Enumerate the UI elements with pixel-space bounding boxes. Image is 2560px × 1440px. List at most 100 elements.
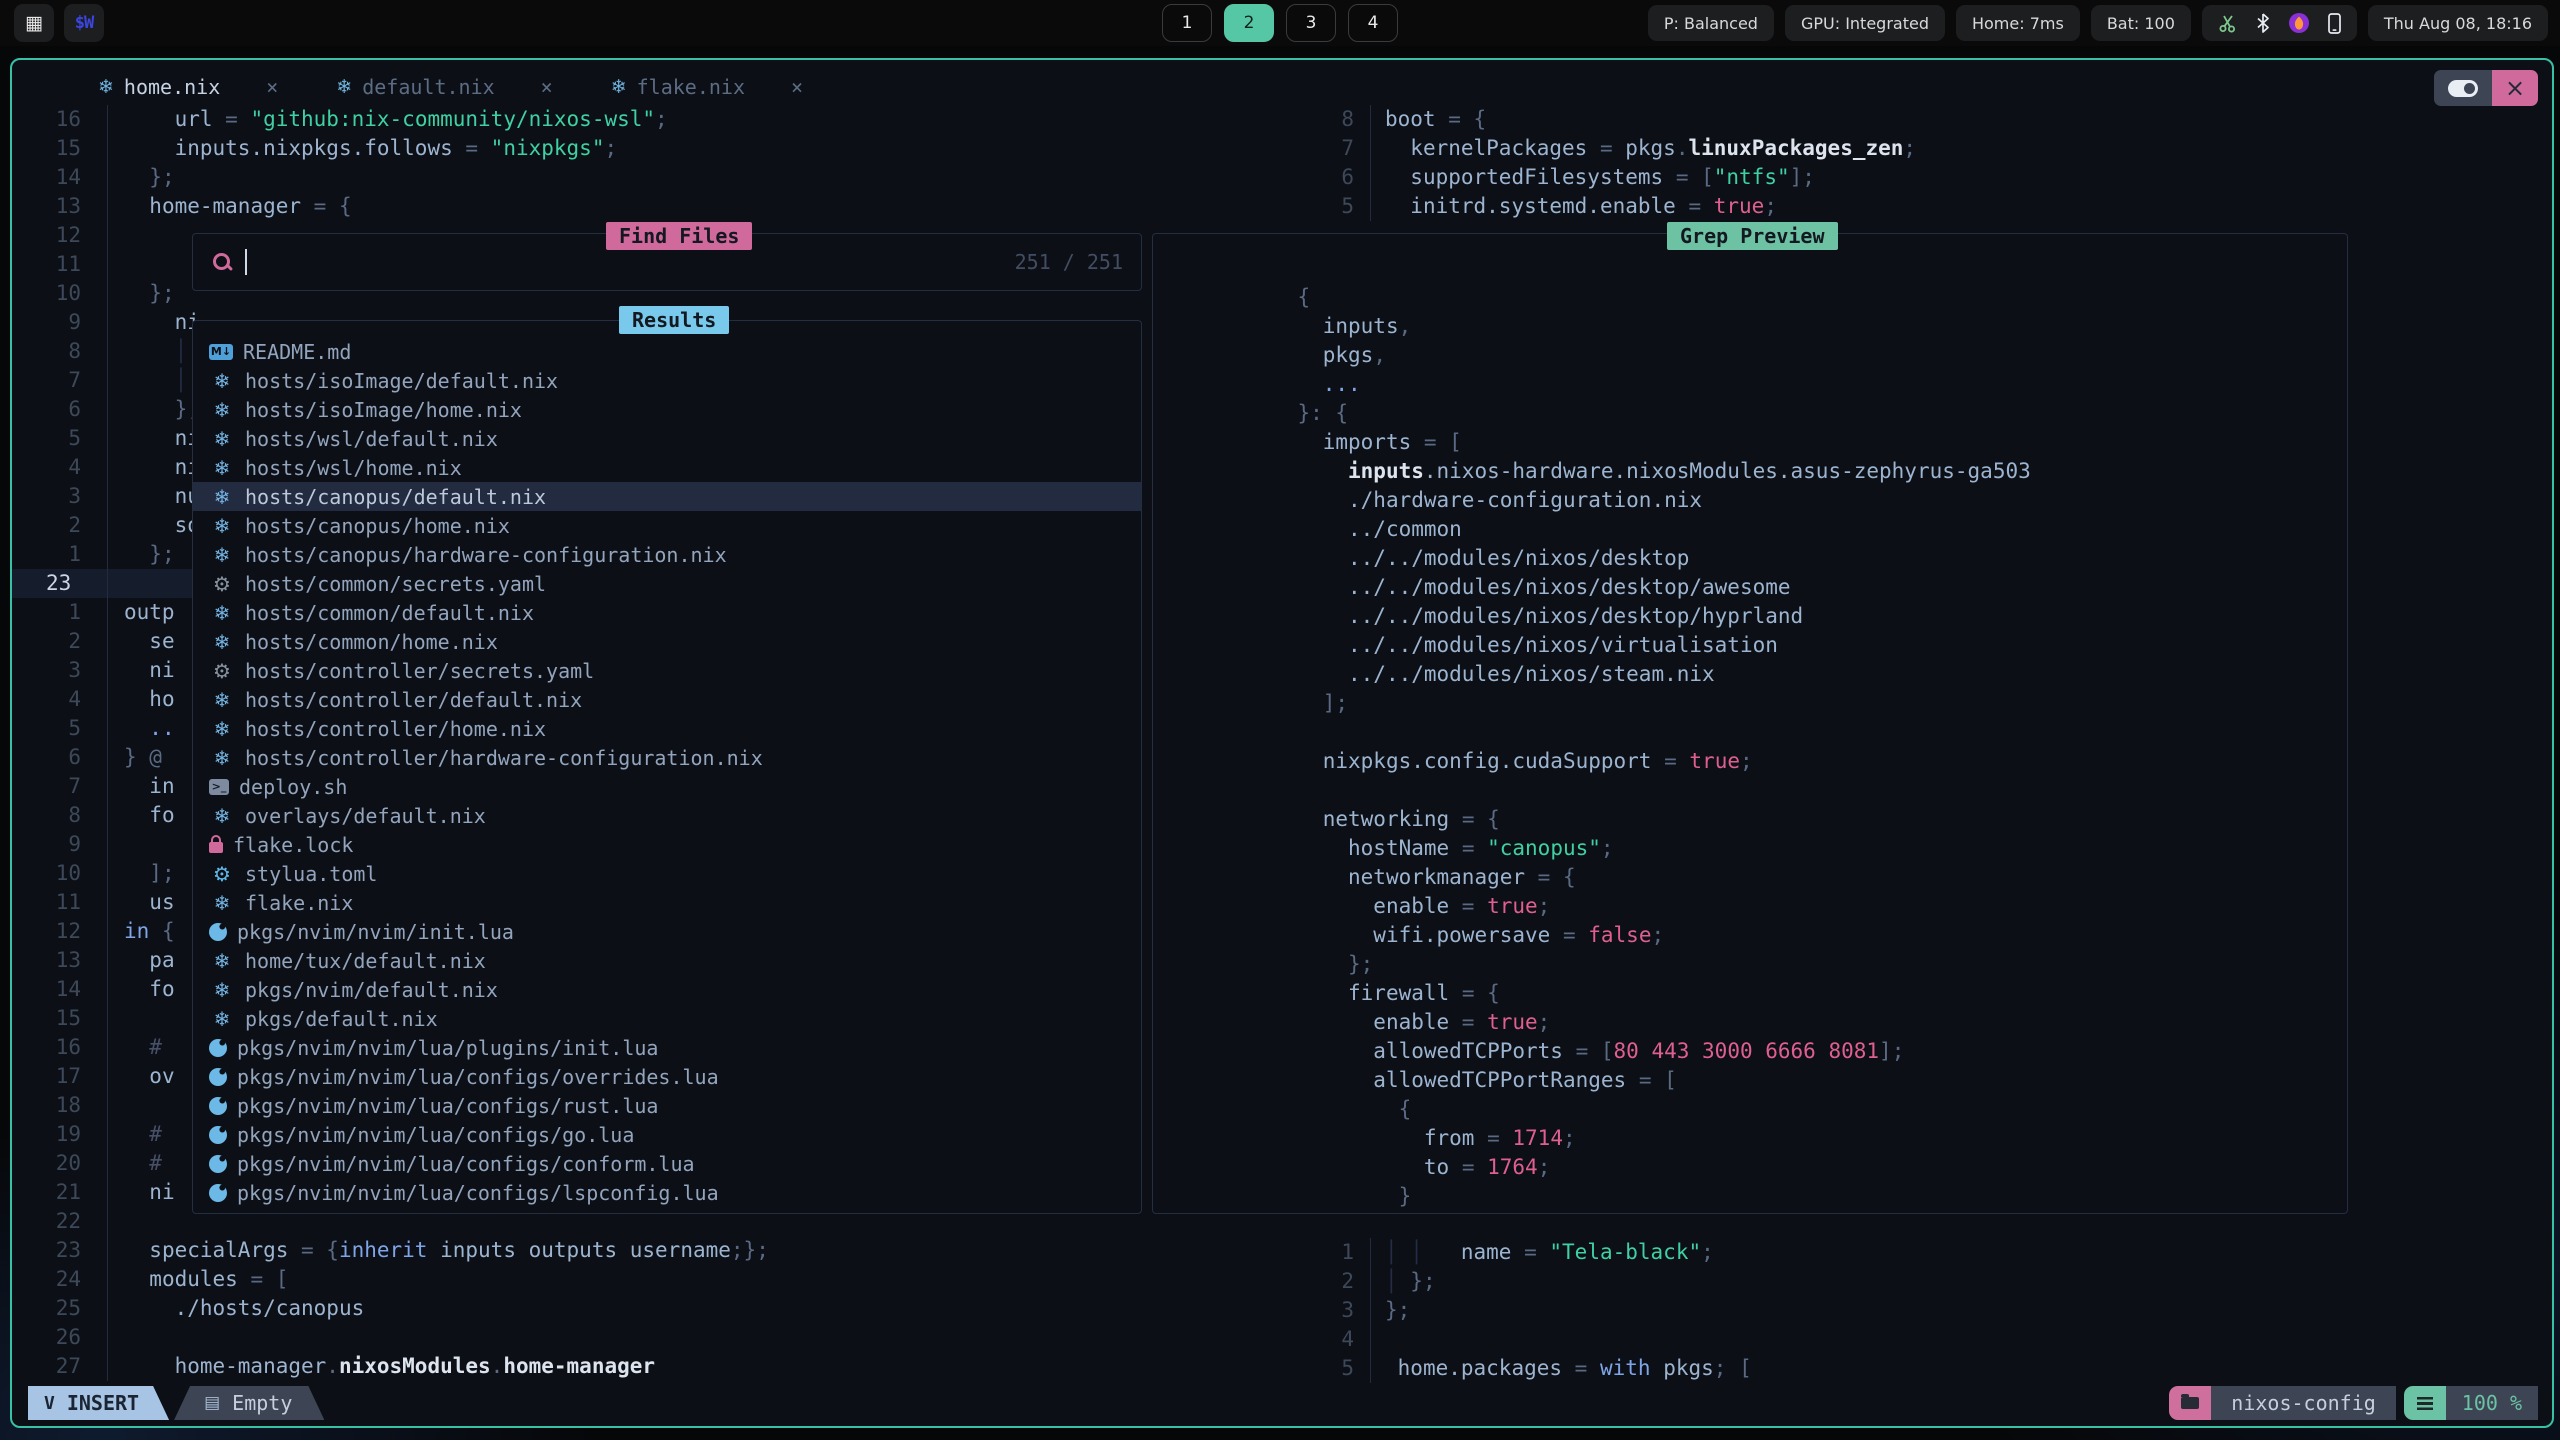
code-text: specialArgs = {inherit inputs outputs us… [107,1236,1142,1265]
code-line[interactable]: 27 home-manager.nixosModules.home-manage… [12,1352,1142,1381]
lines-icon [2417,1397,2433,1410]
code-line[interactable]: 24 modules = [ [12,1265,1142,1294]
code-line[interactable]: 16 url = "github:nix-community/nixos-wsl… [12,105,1142,134]
topbar-left: ▦ $W [14,4,104,42]
result-row[interactable]: pkgs/default.nix [193,1004,1141,1033]
preview-code-line: inputs, [1171,283,2347,312]
line-number: 5 [12,714,107,743]
result-row[interactable]: pkgs/nvim/nvim/lua/plugins/init.lua [193,1033,1141,1062]
result-row[interactable]: hosts/controller/secrets.yaml [193,656,1141,685]
file-name: home/tux/default.nix [245,949,486,973]
code-line[interactable]: 15 inputs.nixpkgs.follows = "nixpkgs"; [12,134,1142,163]
code-text: nixpkgs.config.cudaSupport = true; [1297,749,1752,773]
code-line[interactable]: 7 kernelPackages = pkgs.linuxPackages_ze… [1312,134,2542,163]
phone-icon[interactable] [2328,13,2341,34]
result-row[interactable]: deploy.sh [193,772,1141,801]
result-row[interactable]: pkgs/nvim/nvim/lua/configs/overrides.lua [193,1062,1141,1091]
line-number: 13 [12,192,107,221]
line-number: 6 [12,743,107,772]
result-row[interactable]: hosts/canopus/hardware-configuration.nix [193,540,1141,569]
result-row[interactable]: pkgs/nvim/nvim/lua/configs/go.lua [193,1120,1141,1149]
notification-icon[interactable] [2288,12,2310,34]
tab-close-icon[interactable]: × [791,75,803,99]
code-text: enable = true; [1297,1010,1550,1034]
result-row[interactable]: hosts/isoImage/home.nix [193,395,1141,424]
window-close-button[interactable]: × [2492,70,2538,106]
right-editor-pane-bottom[interactable]: 1 │ │ name = "Tela-black"; 2 │ }; 3 }; 4 [1312,1238,2542,1383]
code-text: ../../modules/nixos/desktop/awesome [1297,575,1790,599]
result-row[interactable]: flake.nix [193,888,1141,917]
result-row[interactable]: pkgs/nvim/nvim/lua/configs/rust.lua [193,1091,1141,1120]
file-name: deploy.sh [239,775,347,799]
code-line[interactable]: 5 initrd.systemd.enable = true; [1312,192,2542,221]
code-line[interactable]: 1 │ │ name = "Tela-black"; [1312,1238,2542,1267]
workspace-button[interactable]: 4 [1348,4,1398,42]
code-line[interactable]: 4 [1312,1325,2542,1354]
code-line[interactable]: 6 supportedFilesystems = ["ntfs"]; [1312,163,2542,192]
result-counter: 251 / 251 [1015,250,1141,274]
result-row[interactable]: hosts/controller/home.nix [193,714,1141,743]
result-row[interactable]: pkgs/nvim/nvim/init.lua [193,917,1141,946]
result-row[interactable]: hosts/canopus/home.nix [193,511,1141,540]
network-icon[interactable] [2218,13,2238,33]
workspace-button[interactable]: 1 [1162,4,1212,42]
code-line[interactable]: 5 home.packages = with pkgs; [ [1312,1354,2542,1383]
lua-icon [209,1184,227,1202]
line-number: 1 [12,598,107,627]
result-row[interactable]: README.md [193,337,1141,366]
tab-close-icon[interactable]: × [266,75,278,99]
window-controls: × [2434,70,2538,106]
result-row[interactable]: hosts/controller/default.nix [193,685,1141,714]
result-row[interactable]: hosts/common/home.nix [193,627,1141,656]
result-row[interactable]: stylua.toml [193,859,1141,888]
result-row[interactable]: hosts/wsl/default.nix [193,424,1141,453]
result-row[interactable]: hosts/common/secrets.yaml [193,569,1141,598]
lua-icon [209,1039,227,1057]
code-line[interactable]: 8 boot = { [1312,105,2542,134]
result-row[interactable]: flake.lock [193,830,1141,859]
code-line[interactable]: 23 specialArgs = {inherit inputs outputs… [12,1236,1142,1265]
nix-icon [209,891,235,915]
launcher-button[interactable]: ▦ [14,4,54,42]
line-number: 3 [12,482,107,511]
line-number: 8 [1312,105,1370,134]
result-row[interactable]: pkgs/nvim/default.nix [193,975,1141,1004]
file-name: hosts/controller/secrets.yaml [245,659,594,683]
code-line[interactable]: 2 │ }; [1312,1267,2542,1296]
result-row[interactable]: pkgs/nvim/nvim/lua/configs/lspconfig.lua [193,1178,1141,1207]
yaml-icon [209,659,235,683]
editor-tab[interactable]: ❄ home.nix × [84,71,292,103]
result-row[interactable]: hosts/wsl/home.nix [193,453,1141,482]
code-line[interactable]: 3 }; [1312,1296,2542,1325]
toggle-button[interactable] [2434,70,2492,106]
clock: Thu Aug 08, 18:16 [2368,5,2548,41]
result-row[interactable]: hosts/canopus/default.nix [193,482,1141,511]
code-text: firewall = { [1297,981,1499,1005]
workspace-button[interactable]: 3 [1286,4,1336,42]
result-row[interactable]: hosts/common/default.nix [193,598,1141,627]
line-number: 20 [12,1149,107,1178]
bluetooth-icon[interactable] [2256,13,2270,33]
result-row[interactable]: home/tux/default.nix [193,946,1141,975]
editor-tab[interactable]: ❄ default.nix × [322,71,566,103]
result-row[interactable]: hosts/controller/hardware-configuration.… [193,743,1141,772]
code-line[interactable]: 13 home-manager = { [12,192,1142,221]
code-line[interactable]: 14 }; [12,163,1142,192]
file-name: pkgs/nvim/nvim/lua/configs/conform.lua [237,1152,695,1176]
line-number: 6 [1312,163,1370,192]
editor-tab[interactable]: ❄ flake.nix × [597,71,817,103]
result-row[interactable]: overlays/default.nix [193,801,1141,830]
result-row[interactable]: pkgs/nvim/nvim/lua/configs/conform.lua [193,1149,1141,1178]
logo-button[interactable]: $W [64,4,104,42]
statusline: V INSERT ▤ Empty nixos-config 100 % [12,1386,2552,1420]
result-row[interactable]: hosts/isoImage/default.nix [193,366,1141,395]
right-editor-pane-top[interactable]: 8 boot = { 7 kernelPackages = pkgs.linux… [1312,105,2542,221]
line-number: 11 [12,888,107,917]
code-line[interactable]: 26 [12,1323,1142,1352]
workspace-button[interactable]: 2 [1224,4,1274,42]
line-number: 4 [12,685,107,714]
tab-close-icon[interactable]: × [541,75,553,99]
file-name: hosts/common/default.nix [245,601,534,625]
code-line[interactable]: 25 ./hosts/canopus [12,1294,1142,1323]
code-text: networkmanager = { [1297,865,1575,889]
